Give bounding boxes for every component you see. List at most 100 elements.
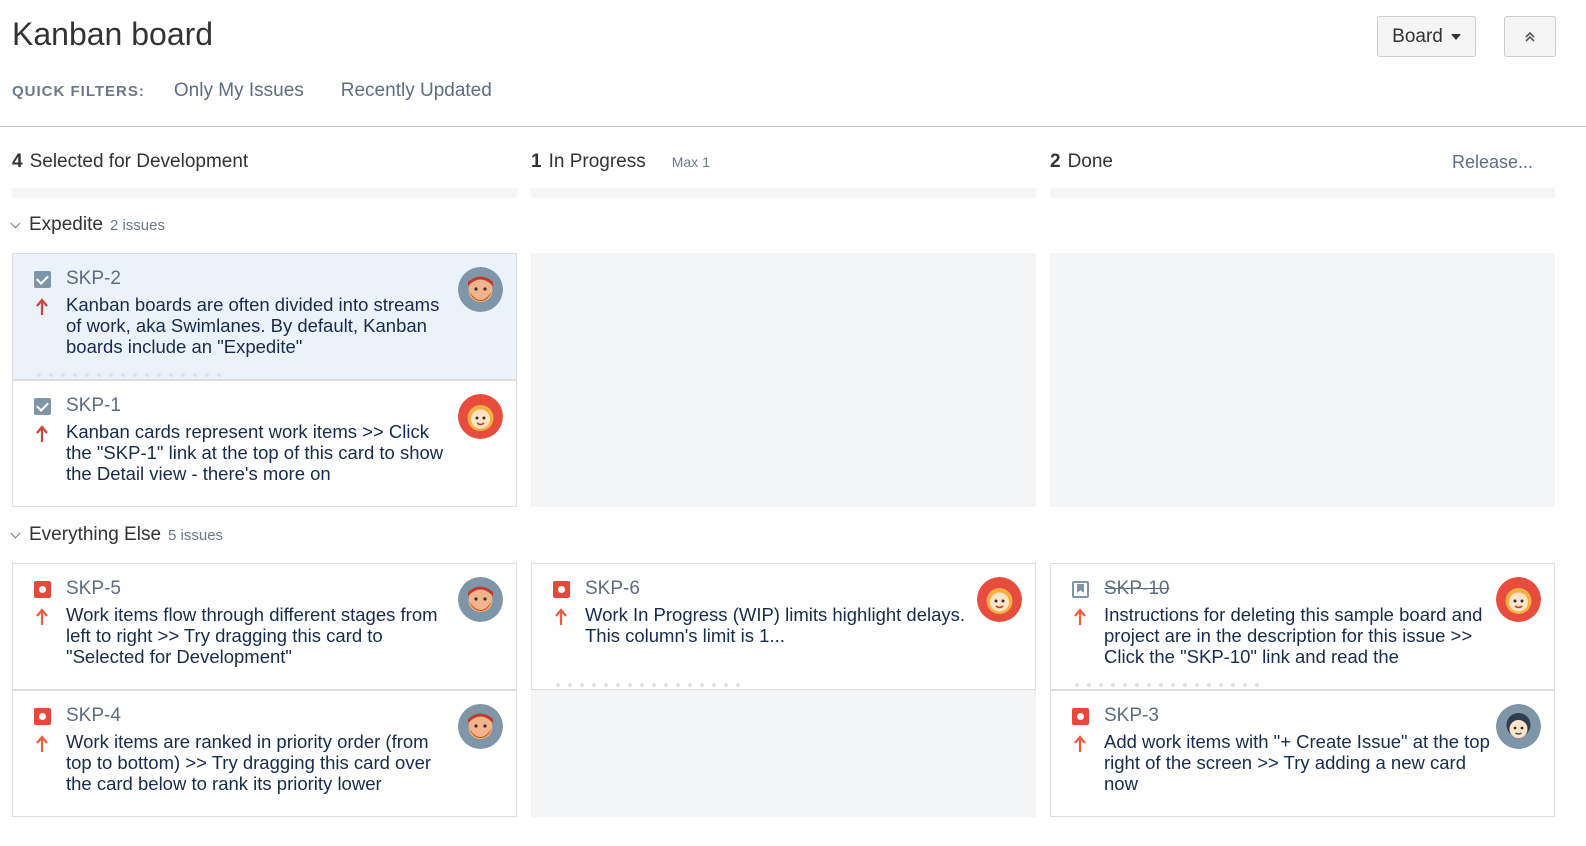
grab-dot	[1195, 683, 1199, 687]
priority-arrow-up-icon	[555, 608, 567, 625]
grab-dot	[688, 683, 692, 687]
grab-dot	[1255, 683, 1259, 687]
avatar[interactable]	[458, 577, 503, 622]
priority-arrow-up-icon	[36, 425, 48, 442]
issue-key[interactable]: SKP-4	[66, 705, 121, 727]
release-link[interactable]: Release...	[1452, 152, 1533, 173]
issue-card[interactable]: SKP-6 Work In Progress (WIP) limits high…	[531, 563, 1036, 690]
avatar[interactable]	[458, 704, 503, 749]
grab-dot	[97, 373, 101, 377]
grab-dot	[61, 373, 65, 377]
priority-arrow-up-icon	[1074, 735, 1086, 752]
filter-recently-updated[interactable]: Recently Updated	[341, 80, 492, 102]
issue-key[interactable]: SKP-2	[66, 268, 121, 290]
grab-dot	[736, 683, 740, 687]
grab-dot	[1099, 683, 1103, 687]
column-count: 2	[1050, 151, 1061, 172]
column-name: In Progress	[548, 151, 646, 172]
grab-dot	[37, 373, 41, 377]
issue-key[interactable]: SKP-6	[585, 578, 640, 600]
column-count: 1	[531, 151, 542, 172]
grab-dot	[1087, 683, 1091, 687]
grab-dot	[1111, 683, 1115, 687]
grab-dot	[1207, 683, 1211, 687]
swimlane-count: 2 issues	[109, 216, 165, 234]
avatar[interactable]	[1496, 577, 1541, 622]
card-grabber	[556, 683, 740, 687]
grab-dot	[1159, 683, 1163, 687]
grab-dot	[604, 683, 608, 687]
grab-dot	[1231, 683, 1235, 687]
grab-dot	[157, 373, 161, 377]
issue-type-icon	[1072, 708, 1089, 725]
grab-dot	[1135, 683, 1139, 687]
board-menu-button[interactable]: Board	[1377, 16, 1476, 57]
grab-dot	[169, 373, 173, 377]
quick-filters-label: QUICK FILTERS:	[12, 82, 145, 100]
avatar[interactable]	[458, 394, 503, 439]
collapse-header-button[interactable]	[1504, 16, 1556, 57]
issue-summary: Kanban cards represent work items >> Cli…	[66, 421, 444, 484]
issue-card[interactable]: SKP-2 Kanban boards are often divided in…	[12, 253, 517, 380]
grab-dot	[133, 373, 137, 377]
grab-dot	[628, 683, 632, 687]
grab-dot	[592, 683, 596, 687]
board-menu-label: Board	[1392, 25, 1443, 47]
issue-type-icon	[1072, 581, 1089, 598]
issue-key[interactable]: SKP-10	[1104, 578, 1169, 600]
caret-down-icon	[1450, 33, 1461, 40]
double-chevron-up-icon	[1525, 31, 1535, 42]
issue-card[interactable]: SKP-5 Work items flow through different …	[12, 563, 517, 690]
issue-key[interactable]: SKP-5	[66, 578, 121, 600]
swimlane-everything-else-header[interactable]: Everything Else 5 issues	[10, 524, 224, 546]
card-grabber	[1075, 683, 1259, 687]
grab-dot	[1075, 683, 1079, 687]
issue-key[interactable]: SKP-1	[66, 395, 121, 417]
avatar[interactable]	[977, 577, 1022, 622]
grab-dot	[568, 683, 572, 687]
priority-arrow-up-icon	[36, 735, 48, 752]
grab-dot	[640, 683, 644, 687]
issue-type-icon	[34, 271, 51, 288]
chevron-down-icon	[10, 218, 21, 228]
grab-dot	[49, 373, 53, 377]
issue-summary: Work items are ranked in priority order …	[66, 731, 432, 794]
swimlane-expedite-header[interactable]: Expedite 2 issues	[10, 214, 165, 236]
issue-key[interactable]: SKP-3	[1104, 705, 1159, 727]
grab-dot	[109, 373, 113, 377]
priority-arrow-up-icon	[36, 298, 48, 315]
issue-card[interactable]: SKP-3 Add work items with "+ Create Issu…	[1050, 690, 1555, 817]
quick-filters: QUICK FILTERS: Only My Issues Recently U…	[12, 80, 529, 102]
swimlane-name: Expedite	[29, 214, 103, 235]
grab-dot	[145, 373, 149, 377]
column-bar	[1050, 188, 1555, 198]
issue-card[interactable]: SKP-1 Kanban cards represent work items …	[12, 380, 517, 507]
grab-dot	[85, 373, 89, 377]
grab-dot	[205, 373, 209, 377]
column-name: Selected for Development	[29, 151, 249, 172]
issue-type-icon	[34, 581, 51, 598]
swimlane-count: 5 issues	[168, 526, 224, 544]
issue-card[interactable]: SKP-10 Instructions for deleting this sa…	[1050, 563, 1555, 690]
column-count: 4	[12, 151, 23, 172]
avatar[interactable]	[458, 267, 503, 312]
grab-dot	[1243, 683, 1247, 687]
column-name: Done	[1067, 151, 1113, 172]
avatar[interactable]	[1496, 704, 1541, 749]
grab-dot	[217, 373, 221, 377]
grab-dot	[1123, 683, 1127, 687]
header-divider	[0, 126, 1586, 127]
grab-dot	[712, 683, 716, 687]
issue-card[interactable]: SKP-4 Work items are ranked in priority …	[12, 690, 517, 817]
column-cell	[1050, 253, 1555, 507]
grab-dot	[616, 683, 620, 687]
issue-type-icon	[553, 581, 570, 598]
grab-dot	[664, 683, 668, 687]
column-bar	[531, 188, 1036, 198]
grab-dot	[676, 683, 680, 687]
grab-dot	[1147, 683, 1151, 687]
filter-only-my-issues[interactable]: Only My Issues	[174, 80, 304, 102]
column-header-done: 2 Done	[1050, 150, 1113, 174]
grab-dot	[1183, 683, 1187, 687]
column-bar	[12, 188, 517, 198]
